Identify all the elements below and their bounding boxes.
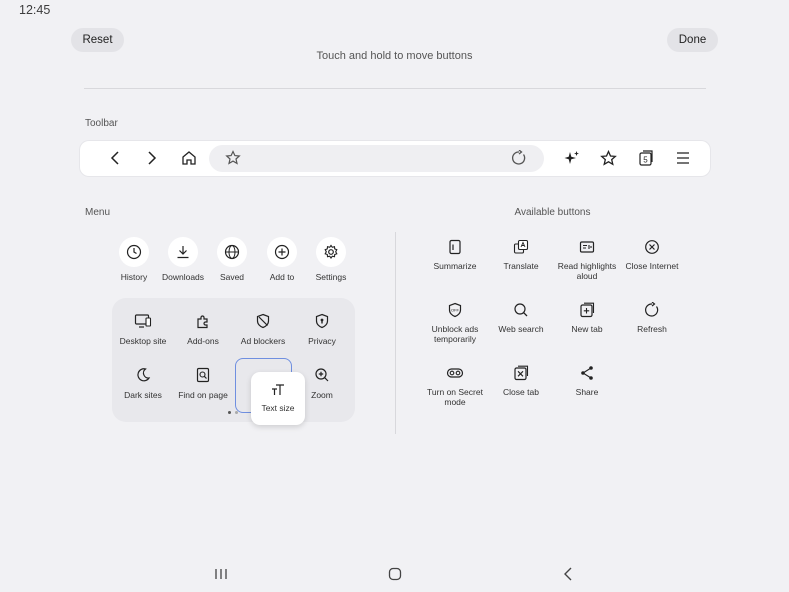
menu-item-ad-blockers[interactable]: Ad blockers — [230, 312, 296, 346]
menu-item-add-ons[interactable]: Add-ons — [170, 312, 236, 346]
download-icon — [168, 237, 198, 267]
available-item-unblock-ads[interactable]: OFF Unblock ads temporarily — [419, 301, 491, 344]
menu-item-desktop-site[interactable]: Desktop site — [110, 312, 176, 346]
plus-circle-icon — [267, 237, 297, 267]
menu-item-label: Dark sites — [124, 390, 162, 400]
menu-item-label: Find on page — [178, 390, 228, 400]
available-item-secret-mode[interactable]: Turn on Secret mode — [419, 364, 491, 407]
page-dot — [235, 411, 238, 414]
find-icon — [170, 366, 236, 384]
available-item-label: Summarize — [433, 261, 477, 271]
available-item-web-search[interactable]: Web search — [485, 301, 557, 334]
moon-icon — [110, 366, 176, 384]
address-bar[interactable] — [209, 145, 544, 172]
unblock-ads-icon: OFF — [419, 301, 491, 319]
available-item-new-tab[interactable]: New tab — [551, 301, 623, 334]
tabs-count: 5 — [643, 156, 648, 165]
read-aloud-icon — [551, 238, 623, 256]
secret-mode-icon — [419, 364, 491, 382]
done-button[interactable]: Done — [667, 28, 718, 52]
refresh-icon — [616, 301, 688, 319]
close-tab-icon — [485, 364, 557, 382]
reset-button[interactable]: Reset — [71, 28, 124, 52]
bookmark-star-icon[interactable] — [223, 148, 243, 168]
new-tab-icon — [551, 301, 623, 319]
menu-item-label: Desktop site — [119, 336, 167, 346]
back-icon[interactable] — [105, 148, 125, 168]
summarize-icon — [419, 238, 491, 256]
home-button[interactable] — [384, 565, 406, 583]
available-item-label: Turn on Secret mode — [427, 387, 483, 407]
recent-apps-button[interactable] — [210, 565, 232, 583]
menu-item-label: Ad blockers — [240, 336, 286, 346]
hint-text: Touch and hold to move buttons — [316, 50, 473, 62]
section-divider — [395, 232, 396, 434]
status-time: 12:45 — [19, 3, 51, 17]
available-item-summarize[interactable]: Summarize — [419, 238, 491, 271]
desktop-icon — [110, 312, 176, 330]
menu-section-label: Menu — [85, 207, 111, 218]
available-item-label: Web search — [498, 324, 544, 334]
home-icon[interactable] — [179, 148, 199, 168]
toolbar-preview: 5 — [80, 141, 710, 176]
available-item-label: Refresh — [637, 324, 667, 334]
dragging-item-label: Text size — [261, 403, 295, 413]
dragging-item-text-size[interactable]: Text size — [251, 372, 305, 425]
translate-icon — [485, 238, 557, 256]
page-dot-active — [228, 411, 231, 414]
header-divider — [84, 88, 706, 89]
menu-item-settings[interactable]: Settings — [301, 237, 361, 282]
ai-sparkle-icon[interactable] — [562, 148, 582, 168]
tabs-icon[interactable]: 5 — [636, 148, 656, 168]
available-item-label: Share — [575, 387, 599, 397]
svg-text:OFF: OFF — [451, 308, 460, 313]
page-indicator — [228, 411, 242, 415]
available-item-label: Close tab — [503, 387, 539, 397]
available-item-read-highlights[interactable]: Read highlights aloud — [551, 238, 623, 281]
text-size-icon — [251, 380, 305, 400]
shield-lock-icon — [289, 312, 355, 330]
available-item-label: Read highlights aloud — [557, 261, 617, 281]
forward-icon[interactable] — [142, 148, 162, 168]
close-circle-icon — [616, 238, 688, 256]
search-icon — [485, 301, 557, 319]
menu-item-dark-sites[interactable]: Dark sites — [110, 366, 176, 400]
clock-icon — [119, 237, 149, 267]
shield-slash-icon — [230, 312, 296, 330]
available-item-translate[interactable]: Translate — [485, 238, 557, 271]
available-item-close-tab[interactable]: Close tab — [485, 364, 557, 397]
toolbar-section-label: Toolbar — [85, 118, 118, 129]
menu-item-find-on-page[interactable]: Find on page — [170, 366, 236, 400]
available-item-label: Translate — [503, 261, 539, 271]
menu-item-label: Settings — [315, 272, 347, 282]
back-button[interactable] — [557, 565, 579, 583]
bookmarks-icon[interactable] — [598, 148, 618, 168]
available-item-refresh[interactable]: Refresh — [616, 301, 688, 334]
gear-icon — [316, 237, 346, 267]
available-item-label: Close Internet — [625, 261, 679, 271]
puzzle-icon — [170, 312, 236, 330]
available-item-share[interactable]: Share — [551, 364, 623, 397]
available-item-close-internet[interactable]: Close Internet — [616, 238, 688, 271]
menu-icon[interactable] — [673, 148, 693, 168]
menu-item-label: Add-ons — [187, 336, 219, 346]
menu-item-privacy[interactable]: Privacy — [289, 312, 355, 346]
globe-icon — [217, 237, 247, 267]
refresh-icon[interactable] — [509, 148, 529, 168]
menu-item-label: Privacy — [308, 336, 336, 346]
available-item-label: New tab — [571, 324, 603, 334]
share-icon — [551, 364, 623, 382]
available-item-label: Unblock ads temporarily — [431, 324, 479, 344]
available-section-label: Available buttons — [514, 207, 591, 218]
